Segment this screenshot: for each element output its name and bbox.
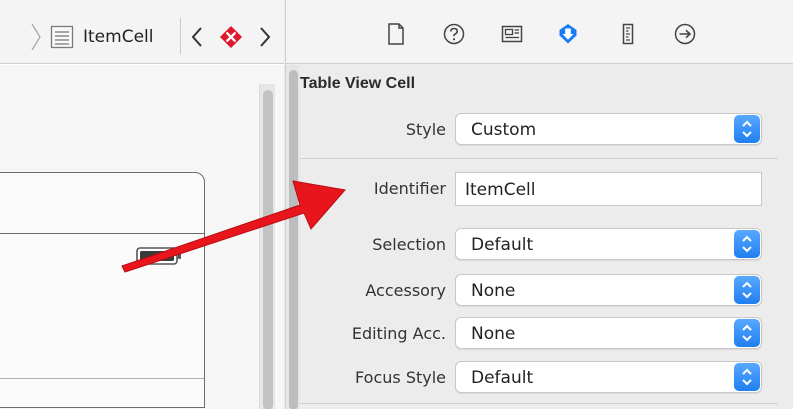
- section-divider: [300, 403, 778, 404]
- style-value: Custom: [471, 120, 537, 140]
- file-inspector-icon[interactable]: [382, 20, 410, 48]
- editing-accessory-row: Editing Acc. None: [286, 317, 793, 351]
- attributes-inspector: Table View Cell Style Custom Identifier …: [286, 65, 793, 409]
- focus-style-label: Focus Style: [355, 368, 446, 387]
- inspector-pane: Table View Cell Style Custom Identifier …: [285, 0, 793, 409]
- editing-accessory-value: None: [471, 324, 516, 344]
- editing-accessory-label: Editing Acc.: [351, 324, 446, 343]
- table-view-cell-prototype[interactable]: [0, 172, 205, 408]
- error-icon[interactable]: [219, 25, 243, 49]
- identifier-field[interactable]: ItemCell: [455, 172, 762, 206]
- chevron-left-icon[interactable]: [190, 26, 204, 48]
- style-row: Style Custom: [286, 113, 793, 147]
- chevron-right-icon[interactable]: [258, 26, 272, 48]
- focus-style-popup[interactable]: Default: [455, 361, 762, 393]
- popup-stepper-icon: [734, 276, 760, 304]
- connections-inspector-icon[interactable]: [671, 20, 699, 48]
- accessory-value: None: [471, 281, 516, 301]
- breadcrumb-item-label[interactable]: ItemCell: [83, 27, 153, 47]
- popup-stepper-icon: [734, 363, 760, 391]
- selection-label: Selection: [372, 235, 446, 254]
- section-title: Table View Cell: [300, 75, 416, 92]
- accessory-label: Accessory: [365, 281, 446, 300]
- battery-icon: [136, 247, 181, 265]
- focus-style-value: Default: [471, 368, 534, 388]
- style-popup[interactable]: Custom: [455, 113, 762, 145]
- editing-accessory-popup[interactable]: None: [455, 317, 762, 349]
- inspector-tab-bar: [286, 0, 793, 64]
- selection-value: Default: [471, 235, 534, 255]
- canvas-scroll-thumb[interactable]: [263, 90, 273, 409]
- table-cell-icon[interactable]: [50, 25, 74, 49]
- style-label: Style: [405, 120, 446, 139]
- quick-help-icon[interactable]: [440, 20, 468, 48]
- editor-area: ItemCell: [0, 0, 284, 409]
- identity-inspector-icon[interactable]: [498, 20, 526, 48]
- popup-stepper-icon: [734, 319, 760, 347]
- accessory-popup[interactable]: None: [455, 274, 762, 306]
- section-divider: [300, 158, 778, 159]
- selection-popup[interactable]: Default: [455, 228, 762, 260]
- popup-stepper-icon: [734, 115, 760, 143]
- accessory-row: Accessory None: [286, 274, 793, 308]
- jump-bar: ItemCell: [0, 0, 284, 64]
- popup-stepper-icon: [734, 230, 760, 258]
- selection-row: Selection Default: [286, 228, 793, 262]
- jump-bar-divider: [180, 18, 181, 54]
- cell-separator: [0, 233, 204, 234]
- size-inspector-icon[interactable]: [614, 20, 642, 48]
- attributes-inspector-icon[interactable]: [554, 20, 582, 48]
- identifier-value: ItemCell: [465, 180, 536, 200]
- cell-bottom-line: [0, 378, 204, 379]
- identifier-row: Identifier ItemCell: [286, 172, 793, 206]
- breadcrumb-chevron-icon: [31, 23, 41, 51]
- focus-style-row: Focus Style Default: [286, 361, 793, 395]
- canvas-scrollbar[interactable]: [259, 84, 275, 409]
- identifier-label: Identifier: [373, 179, 446, 198]
